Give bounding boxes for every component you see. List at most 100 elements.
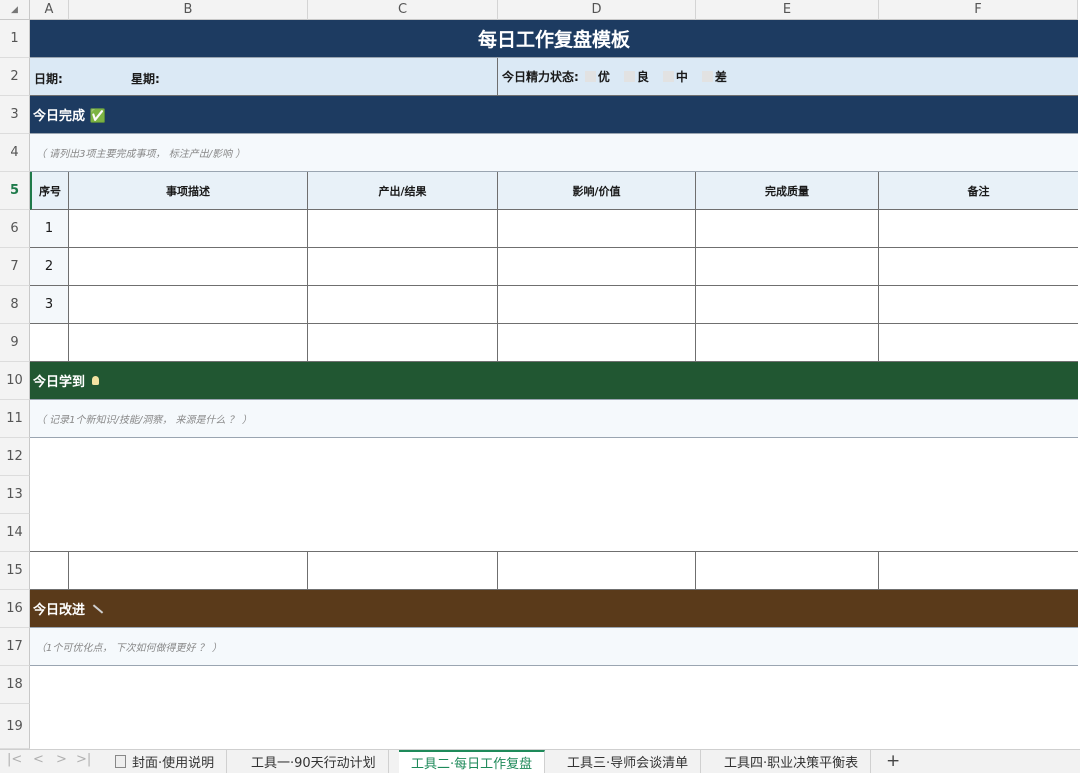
row-header[interactable]: 16	[0, 590, 30, 628]
table-cell[interactable]	[308, 552, 498, 590]
row-header-active[interactable]: 5	[0, 172, 30, 210]
table-cell[interactable]	[696, 552, 879, 590]
table-cell[interactable]	[69, 210, 308, 248]
energy-status-cell[interactable]: 今日精力状态: 优 良 中 差	[498, 58, 1078, 96]
row-header[interactable]: 10	[0, 362, 30, 400]
table-cell[interactable]	[696, 248, 879, 286]
table-cell[interactable]	[69, 324, 308, 362]
sheet-tab-mentor[interactable]: 工具三·导师会谈清单	[555, 750, 702, 773]
row-header[interactable]: 15	[0, 552, 30, 590]
sheet-tab-cover[interactable]: 封面·使用说明	[103, 750, 228, 773]
table-cell[interactable]	[308, 248, 498, 286]
row-header[interactable]: 7	[0, 248, 30, 286]
energy-label: 今日精力状态:	[502, 70, 579, 84]
row-header[interactable]: 3	[0, 96, 30, 134]
wrench-icon	[92, 603, 104, 614]
column-header-d[interactable]: D	[498, 0, 696, 20]
section-header-learn[interactable]: 今日学到	[30, 362, 1078, 400]
table-cell[interactable]	[498, 324, 696, 362]
select-all-corner[interactable]: ◢	[0, 0, 30, 20]
row-header[interactable]: 4	[0, 134, 30, 172]
table-cell[interactable]	[308, 210, 498, 248]
table-cell[interactable]	[879, 248, 1078, 286]
row-header[interactable]: 12	[0, 438, 30, 476]
sheet-tab-decision[interactable]: 工具四·职业决策平衡表	[712, 750, 872, 773]
sheet-tab-plan[interactable]: 工具一·90天行动计划	[239, 750, 389, 773]
section-header-improve[interactable]: 今日改进	[30, 590, 1078, 628]
hint-learn[interactable]: （ 记录1个新知识/技能/洞察， 来源是什么 ？ ）	[30, 400, 1078, 438]
column-header-b[interactable]: B	[69, 0, 308, 20]
last-sheet-button[interactable]: >|	[76, 752, 91, 767]
table-cell[interactable]	[308, 324, 498, 362]
learn-input-area[interactable]	[30, 438, 1078, 552]
header-index[interactable]: 序号	[30, 172, 69, 210]
row-header[interactable]: 14	[0, 514, 30, 552]
table-cell[interactable]	[69, 286, 308, 324]
section-learn-title: 今日学到	[33, 375, 86, 390]
index-cell[interactable]: 1	[30, 210, 69, 248]
sheet-tab-label: 封面·使用说明	[132, 756, 215, 771]
sheet-tab-label: 工具二·每日工作复盘	[411, 757, 533, 772]
header-impact[interactable]: 影响/价值	[498, 172, 696, 210]
first-sheet-button[interactable]: |<	[7, 752, 22, 767]
table-cell[interactable]	[498, 552, 696, 590]
table-cell[interactable]	[498, 286, 696, 324]
checkbox-good[interactable]	[623, 71, 635, 82]
column-header-f[interactable]: F	[879, 0, 1078, 20]
table-cell[interactable]	[879, 286, 1078, 324]
row-header[interactable]: 6	[0, 210, 30, 248]
index-cell[interactable]: 2	[30, 248, 69, 286]
sheet-tab-label: 工具三·导师会谈清单	[567, 756, 689, 771]
sheet-tab-label: 工具四·职业决策平衡表	[724, 756, 859, 771]
row-header[interactable]: 8	[0, 286, 30, 324]
checkbox-medium[interactable]	[662, 71, 674, 82]
sheet-tab-daily-review[interactable]: 工具二·每日工作复盘	[399, 750, 546, 773]
table-cell[interactable]	[696, 210, 879, 248]
date-cell[interactable]: 日期: 星期:	[30, 58, 498, 96]
section-improve-title: 今日改进	[33, 603, 86, 618]
hint-improve[interactable]: （1个可优化点， 下次如何做得更好 ？ ）	[30, 628, 1078, 666]
document-icon	[115, 755, 126, 768]
column-header-e[interactable]: E	[696, 0, 879, 20]
option-good: 良	[636, 70, 649, 84]
sheet-title[interactable]: 每日工作复盘模板	[30, 20, 1078, 58]
row-header[interactable]: 2	[0, 58, 30, 96]
table-cell[interactable]	[30, 552, 69, 590]
row-header[interactable]: 17	[0, 628, 30, 666]
hint-done[interactable]: （ 请列出3项主要完成事项， 标注产出/影响 ）	[30, 134, 1078, 172]
weekday-label: 星期:	[131, 72, 160, 86]
sheet-tab-label: 工具一·90天行动计划	[251, 756, 376, 771]
table-cell[interactable]	[879, 210, 1078, 248]
section-header-done[interactable]: 今日完成 ✅	[30, 96, 1078, 134]
row-header[interactable]: 18	[0, 666, 30, 704]
table-cell[interactable]	[696, 286, 879, 324]
table-cell[interactable]	[498, 248, 696, 286]
table-cell[interactable]	[498, 210, 696, 248]
table-cell[interactable]	[30, 324, 69, 362]
add-sheet-button[interactable]: +	[886, 751, 900, 771]
header-output[interactable]: 产出/结果	[308, 172, 498, 210]
index-cell[interactable]: 3	[30, 286, 69, 324]
option-medium: 中	[675, 70, 688, 84]
table-cell[interactable]	[308, 286, 498, 324]
checkbox-excellent[interactable]	[584, 71, 596, 82]
row-header[interactable]: 11	[0, 400, 30, 438]
table-cell[interactable]	[69, 248, 308, 286]
table-cell[interactable]	[879, 552, 1078, 590]
row-header[interactable]: 19	[0, 704, 30, 749]
header-notes[interactable]: 备注	[879, 172, 1078, 210]
next-sheet-button[interactable]: >	[56, 752, 67, 767]
header-description[interactable]: 事项描述	[69, 172, 308, 210]
checkbox-poor[interactable]	[701, 71, 713, 82]
row-header[interactable]: 9	[0, 324, 30, 362]
table-cell[interactable]	[696, 324, 879, 362]
table-cell[interactable]	[879, 324, 1078, 362]
prev-sheet-button[interactable]: <	[33, 752, 44, 767]
header-quality[interactable]: 完成质量	[696, 172, 879, 210]
column-header-a[interactable]: A	[30, 0, 69, 20]
table-cell[interactable]	[69, 552, 308, 590]
column-header-c[interactable]: C	[308, 0, 498, 20]
improve-input-area[interactable]	[30, 666, 1078, 749]
row-header[interactable]: 1	[0, 20, 30, 58]
row-header[interactable]: 13	[0, 476, 30, 514]
